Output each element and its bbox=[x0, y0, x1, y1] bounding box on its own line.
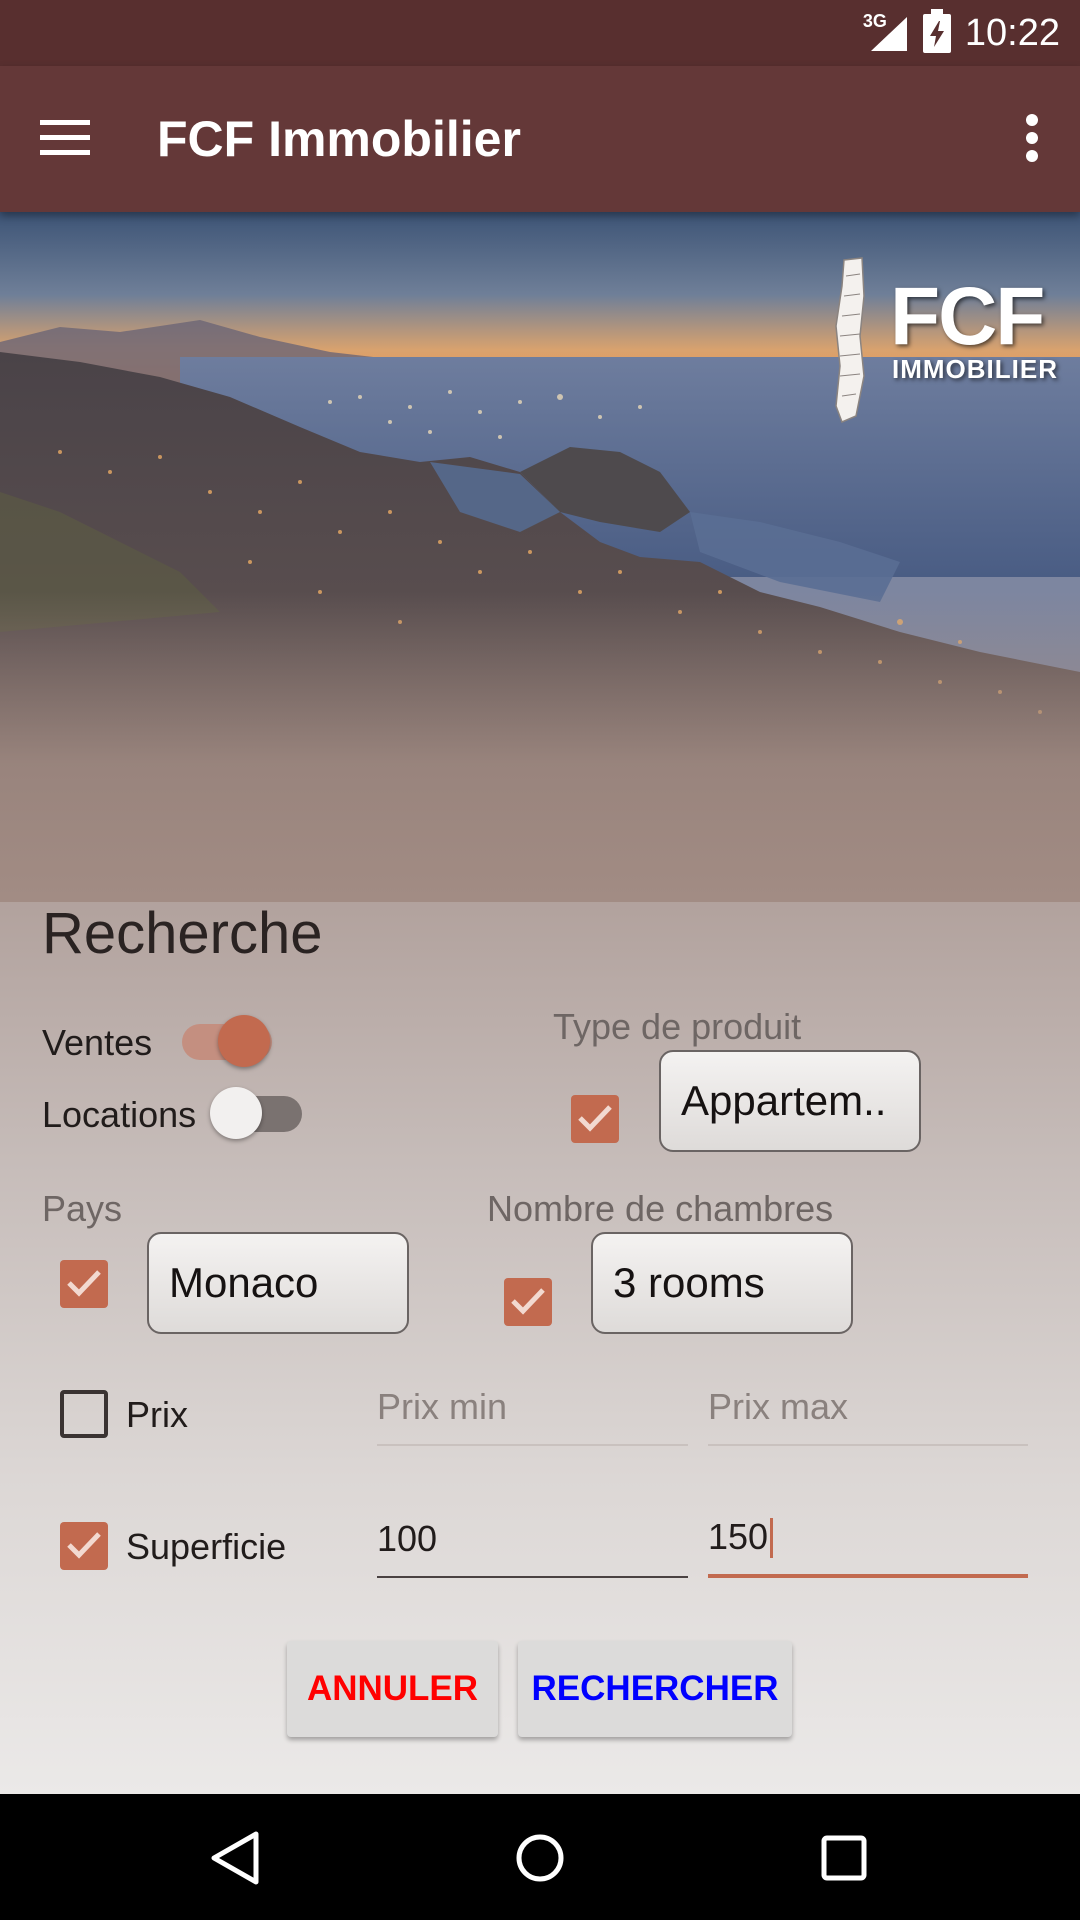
cancel-button-label: ANNULER bbox=[306, 1669, 479, 1708]
fcf-logo: FCF IMMOBILIER bbox=[818, 250, 1058, 430]
back-icon[interactable] bbox=[200, 1822, 272, 1894]
type-produit-checkbox[interactable] bbox=[571, 1095, 619, 1143]
superficie-max-value: 150 bbox=[708, 1516, 769, 1557]
tower-logo-icon bbox=[835, 257, 865, 423]
chambres-checkbox[interactable] bbox=[504, 1278, 552, 1326]
status-icons: 3G 10:22 bbox=[863, 0, 1060, 66]
ventes-switch[interactable] bbox=[170, 1010, 290, 1070]
home-icon[interactable] bbox=[504, 1822, 576, 1894]
search-button[interactable]: RECHERCHER bbox=[518, 1641, 792, 1737]
superficie-min-input[interactable]: 100 bbox=[377, 1508, 688, 1578]
status-bar: 3G 10:22 bbox=[0, 0, 1080, 66]
search-title: Recherche bbox=[42, 901, 323, 966]
locations-label: Locations bbox=[42, 1094, 197, 1135]
chambres-select[interactable]: 3 rooms bbox=[591, 1232, 853, 1334]
logo-main-text: FCF bbox=[890, 271, 1045, 362]
text-cursor bbox=[770, 1518, 774, 1558]
app-bar: FCF Immobilier bbox=[0, 66, 1080, 212]
ventes-switch-thumb bbox=[218, 1015, 270, 1067]
superficie-max-input[interactable]: 150 bbox=[708, 1508, 1028, 1578]
pays-select[interactable]: Monaco bbox=[147, 1232, 409, 1334]
pays-checkbox[interactable] bbox=[60, 1260, 108, 1308]
prix-max-input[interactable]: Prix max bbox=[708, 1376, 1028, 1446]
superficie-label: Superficie bbox=[126, 1526, 287, 1567]
chambres-label: Nombre de chambres bbox=[487, 1188, 834, 1229]
prix-label: Prix bbox=[126, 1394, 188, 1435]
recents-icon[interactable] bbox=[808, 1822, 880, 1894]
app-title: FCF Immobilier bbox=[157, 111, 521, 167]
cancel-button[interactable]: ANNULER bbox=[287, 1641, 498, 1737]
locations-switch-thumb bbox=[210, 1087, 262, 1139]
ventes-label: Ventes bbox=[42, 1022, 153, 1063]
type-produit-select[interactable]: Appartem.. bbox=[659, 1050, 921, 1152]
battery-charging-icon bbox=[922, 8, 951, 58]
type-produit-label: Type de produit bbox=[553, 1006, 802, 1047]
status-time: 10:22 bbox=[964, 11, 1060, 54]
superficie-checkbox[interactable] bbox=[60, 1522, 108, 1570]
prix-min-input[interactable]: Prix min bbox=[377, 1376, 688, 1446]
search-button-label: RECHERCHER bbox=[531, 1669, 779, 1708]
signal-3g-icon: 3G bbox=[863, 11, 909, 53]
hamburger-menu-icon[interactable] bbox=[40, 114, 104, 164]
pays-label: Pays bbox=[42, 1188, 123, 1229]
logo-sub-text: IMMOBILIER bbox=[892, 354, 1058, 384]
locations-switch[interactable] bbox=[200, 1082, 320, 1142]
navigation-bar bbox=[0, 1794, 1080, 1920]
prix-checkbox[interactable] bbox=[60, 1390, 108, 1438]
more-vert-icon[interactable] bbox=[1012, 106, 1052, 170]
